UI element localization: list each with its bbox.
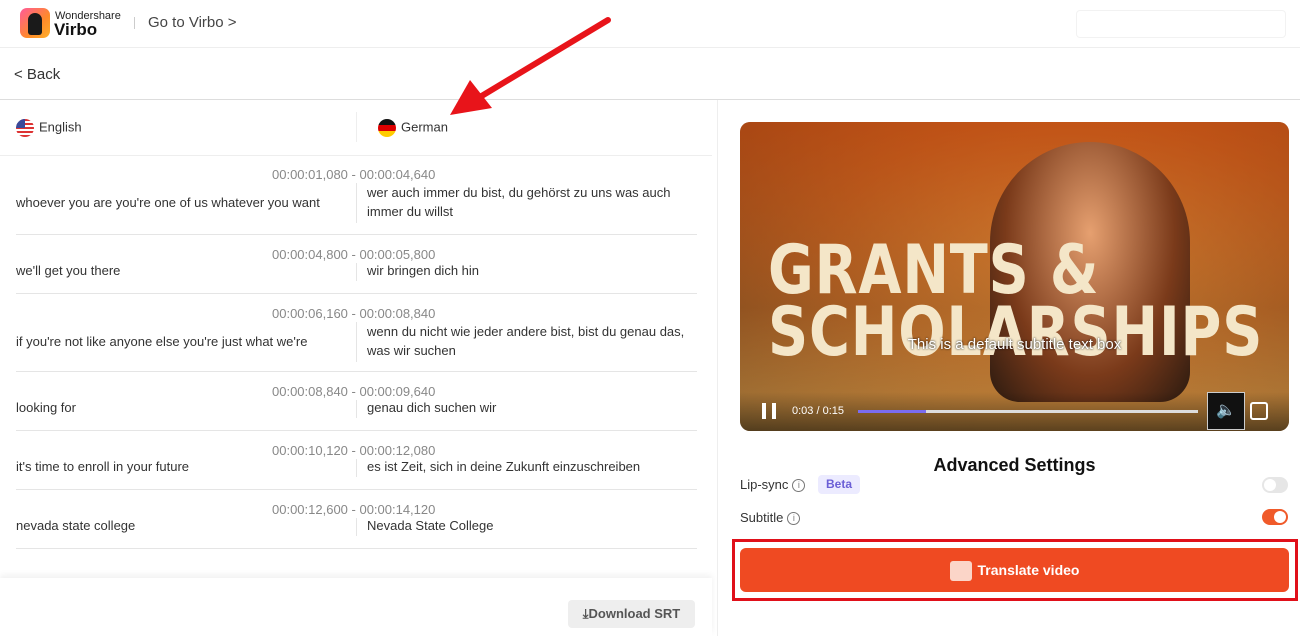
source-text[interactable]: nevada state college: [16, 518, 135, 533]
go-to-virbo-link[interactable]: Go to Virbo >: [148, 14, 237, 31]
subtitle-row[interactable]: 00:00:12,600 - 00:00:14,120 nevada state…: [16, 490, 697, 549]
target-text[interactable]: wer auch immer du bist, du gehörst zu un…: [367, 183, 697, 221]
subtitle-row[interactable]: 00:00:10,120 - 00:00:12,080 it's time to…: [16, 431, 697, 490]
brand-name: Virbo: [54, 20, 98, 39]
source-language: English: [16, 119, 82, 137]
virbo-logo[interactable]: [20, 8, 50, 38]
download-srt-button[interactable]: ⤓Download SRT: [568, 600, 695, 628]
source-text[interactable]: if you're not like anyone else you're ju…: [16, 334, 307, 349]
info-icon[interactable]: i: [787, 512, 801, 526]
divider: [356, 459, 357, 477]
annotation-arrow: [450, 17, 611, 115]
divider: [356, 263, 357, 281]
subtitle-box[interactable]: This is a default subtitle text box: [740, 336, 1289, 353]
source-language-label: English: [39, 119, 82, 135]
lipsync-label: Lip-sync: [740, 477, 789, 492]
video-time: 0:03 / 0:15: [792, 405, 844, 417]
source-text[interactable]: whoever you are you're one of us whateve…: [16, 195, 320, 210]
subtitle-setting: Subtitle i: [740, 510, 801, 526]
beta-badge: Beta: [818, 475, 861, 494]
divider: [134, 17, 135, 29]
source-text[interactable]: looking for: [16, 400, 76, 415]
fullscreen-icon[interactable]: [1250, 402, 1268, 420]
timestamp: 00:00:08,840 - 00:00:09,640: [272, 384, 436, 399]
timestamp: 00:00:01,080 - 00:00:04,640: [272, 167, 436, 182]
divider: [356, 183, 357, 223]
video-player[interactable]: GRANTS & SCHOLARSHIPS This is a default …: [740, 122, 1289, 431]
advanced-settings-title: Advanced Settings: [933, 455, 1096, 475]
target-language: German: [378, 119, 448, 137]
translate-icon: [949, 561, 972, 582]
source-text[interactable]: it's time to enroll in your future: [16, 459, 189, 474]
subtitle-label: Subtitle: [740, 510, 784, 525]
translate-video-button[interactable]: Translate video: [740, 548, 1289, 592]
target-text[interactable]: Nevada State College: [367, 516, 697, 535]
lipsync-toggle[interactable]: [1262, 477, 1288, 493]
divider: [356, 112, 357, 142]
back-row: [0, 48, 1300, 100]
pause-icon[interactable]: [762, 403, 776, 419]
lipsync-setting: Lip-sync i: [740, 477, 806, 493]
german-flag-icon: [378, 119, 396, 137]
source-text[interactable]: we'll get you there: [16, 263, 120, 278]
subtitle-row[interactable]: 00:00:08,840 - 00:00:09,640 looking for …: [16, 372, 697, 431]
subtitle-row[interactable]: 00:00:04,800 - 00:00:05,800 we'll get yo…: [16, 235, 697, 294]
divider: [356, 518, 357, 536]
target-text[interactable]: wenn du nicht wie jeder andere bist, bis…: [367, 322, 697, 360]
timestamp: 00:00:12,600 - 00:00:14,120: [272, 502, 436, 517]
translate-video-label: Translate video: [977, 562, 1080, 578]
back-button[interactable]: < Back: [14, 66, 60, 83]
target-text[interactable]: genau dich suchen wir: [367, 398, 697, 417]
info-icon[interactable]: i: [792, 479, 806, 493]
divider: [356, 400, 357, 418]
progress-bar[interactable]: [858, 410, 1198, 413]
target-text[interactable]: wir bringen dich hin: [367, 261, 697, 280]
subtitle-row[interactable]: 00:00:06,160 - 00:00:08,840 if you're no…: [16, 294, 697, 372]
subtitle-row[interactable]: 00:00:01,080 - 00:00:04,640 whoever you …: [16, 155, 697, 235]
target-text[interactable]: es ist Zeit, sich in deine Zukunft einzu…: [367, 457, 697, 476]
download-srt-label: Download SRT: [588, 606, 681, 621]
timestamp: 00:00:04,800 - 00:00:05,800: [272, 247, 436, 262]
subtitle-toggle[interactable]: [1262, 509, 1288, 525]
progress-fill: [858, 410, 926, 413]
timestamp: 00:00:10,120 - 00:00:12,080: [272, 443, 436, 458]
target-language-label: German: [401, 119, 448, 135]
us-flag-icon: [16, 119, 34, 137]
divider: [356, 322, 357, 362]
header-placeholder: [1076, 10, 1286, 38]
timestamp: 00:00:06,160 - 00:00:08,840: [272, 306, 436, 321]
volume-icon[interactable]: 🔈: [1207, 392, 1245, 430]
